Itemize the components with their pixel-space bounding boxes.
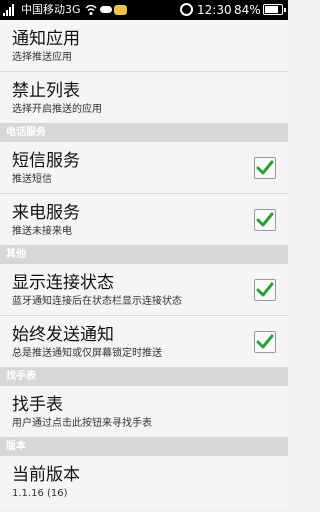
- setting-summary: 推送短信: [12, 174, 52, 185]
- show-connection-status-checkbox[interactable]: [254, 279, 276, 301]
- battery-percent: 84%: [234, 3, 261, 17]
- call-service-checkbox[interactable]: [254, 209, 276, 231]
- setting-title: 当前版本: [12, 465, 80, 485]
- checkmark-icon: [256, 160, 274, 175]
- setting-summary: 用户通过点击此按钮来寻找手表: [12, 418, 152, 429]
- section-header-phone: 电话服务: [0, 124, 288, 142]
- checkmark-icon: [256, 282, 274, 297]
- setting-title: 短信服务: [12, 151, 80, 171]
- setting-block-list[interactable]: 禁止列表 选择开启推送的应用: [0, 72, 288, 124]
- sms-service-checkbox[interactable]: [254, 157, 276, 179]
- carrier-name: 中国移动3G: [21, 3, 81, 16]
- setting-title: 禁止列表: [12, 81, 80, 101]
- checkmark-icon: [256, 212, 274, 227]
- always-send-notifications-checkbox[interactable]: [254, 331, 276, 353]
- setting-show-connection-status[interactable]: 显示连接状态 蓝牙通知连接后在状态栏显示连接状态: [0, 264, 288, 316]
- signal-icon: [3, 4, 17, 16]
- setting-always-send-notifications[interactable]: 始终发送通知 总是推送通知或仅屏幕锁定时推送: [0, 316, 288, 368]
- setting-title: 显示连接状态: [12, 273, 114, 293]
- setting-summary: 选择开启推送的应用: [12, 104, 102, 115]
- setting-call-service[interactable]: 来电服务 推送未接来电: [0, 194, 288, 246]
- setting-summary: 选择推送应用: [12, 52, 72, 63]
- setting-title: 来电服务: [12, 203, 80, 223]
- clock-time: 12:30: [197, 3, 232, 17]
- battery-icon: [263, 4, 286, 15]
- setting-notify-apps[interactable]: 通知应用 选择推送应用: [0, 20, 288, 72]
- section-header-version: 版本: [0, 438, 288, 456]
- version-number: 1.1.16 (16): [12, 488, 68, 499]
- wifi-icon: [85, 4, 97, 15]
- setting-sms-service[interactable]: 短信服务 推送短信: [0, 142, 288, 194]
- setting-current-version: 当前版本 1.1.16 (16): [0, 456, 288, 508]
- settings-list: 通知应用 选择推送应用 禁止列表 选择开启推送的应用 电话服务 短信服务 推送短…: [0, 20, 288, 508]
- alarm-icon: [180, 3, 193, 16]
- setting-find-watch[interactable]: 找手表 用户通过点击此按钮来寻找手表: [0, 386, 288, 438]
- setting-title: 找手表: [12, 395, 63, 415]
- cloud-icon: [100, 6, 112, 13]
- status-bar: 中国移动3G 12:30 84%: [0, 0, 288, 20]
- checkmark-icon: [256, 334, 274, 349]
- setting-title: 通知应用: [12, 29, 80, 49]
- setting-summary: 总是推送通知或仅屏幕锁定时推送: [12, 348, 162, 359]
- section-header-other: 其他: [0, 246, 288, 264]
- setting-summary: 推送未接来电: [12, 226, 72, 237]
- notification-app-icon: [114, 5, 127, 15]
- setting-summary: 蓝牙通知连接后在状态栏显示连接状态: [12, 296, 182, 307]
- setting-title: 始终发送通知: [12, 325, 114, 345]
- section-header-find-watch: 找手表: [0, 368, 288, 386]
